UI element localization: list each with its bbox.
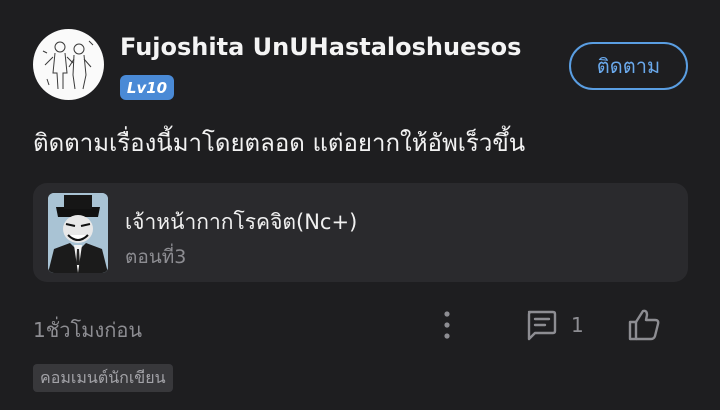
more-button[interactable] — [434, 308, 460, 342]
avatar-illustration — [42, 40, 94, 90]
comment-time: 1ชั่วโมงก่อน — [33, 318, 143, 342]
like-button[interactable] — [625, 306, 663, 344]
reply-count: 1 — [571, 313, 584, 337]
series-cover-image — [48, 193, 108, 273]
more-vertical-icon — [444, 311, 450, 339]
comment-icon — [527, 310, 557, 341]
avatar[interactable] — [33, 29, 104, 100]
level-badge: Lv10 — [120, 75, 174, 100]
author-comment-tag: คอมเมนต์นักเขียน — [33, 364, 173, 392]
series-card[interactable]: เจ้าหน้ากากโรคจิต(Nc+) ตอนที่3 — [33, 183, 688, 282]
comment-text: ติดตามเรื่องนี้มาโดยตลอด แต่อยากให้อัพเร… — [33, 129, 526, 157]
series-title: เจ้าหน้ากากโรคจิต(Nc+) — [125, 210, 358, 234]
thumbs-up-icon — [628, 309, 660, 341]
series-cover — [48, 193, 108, 273]
username[interactable]: Fujoshita UnUHastaloshuesos — [120, 33, 521, 61]
series-episode: ตอนที่3 — [125, 246, 187, 268]
reply-button[interactable]: 1 — [523, 307, 593, 343]
follow-button[interactable]: ติดตาม — [569, 42, 688, 90]
